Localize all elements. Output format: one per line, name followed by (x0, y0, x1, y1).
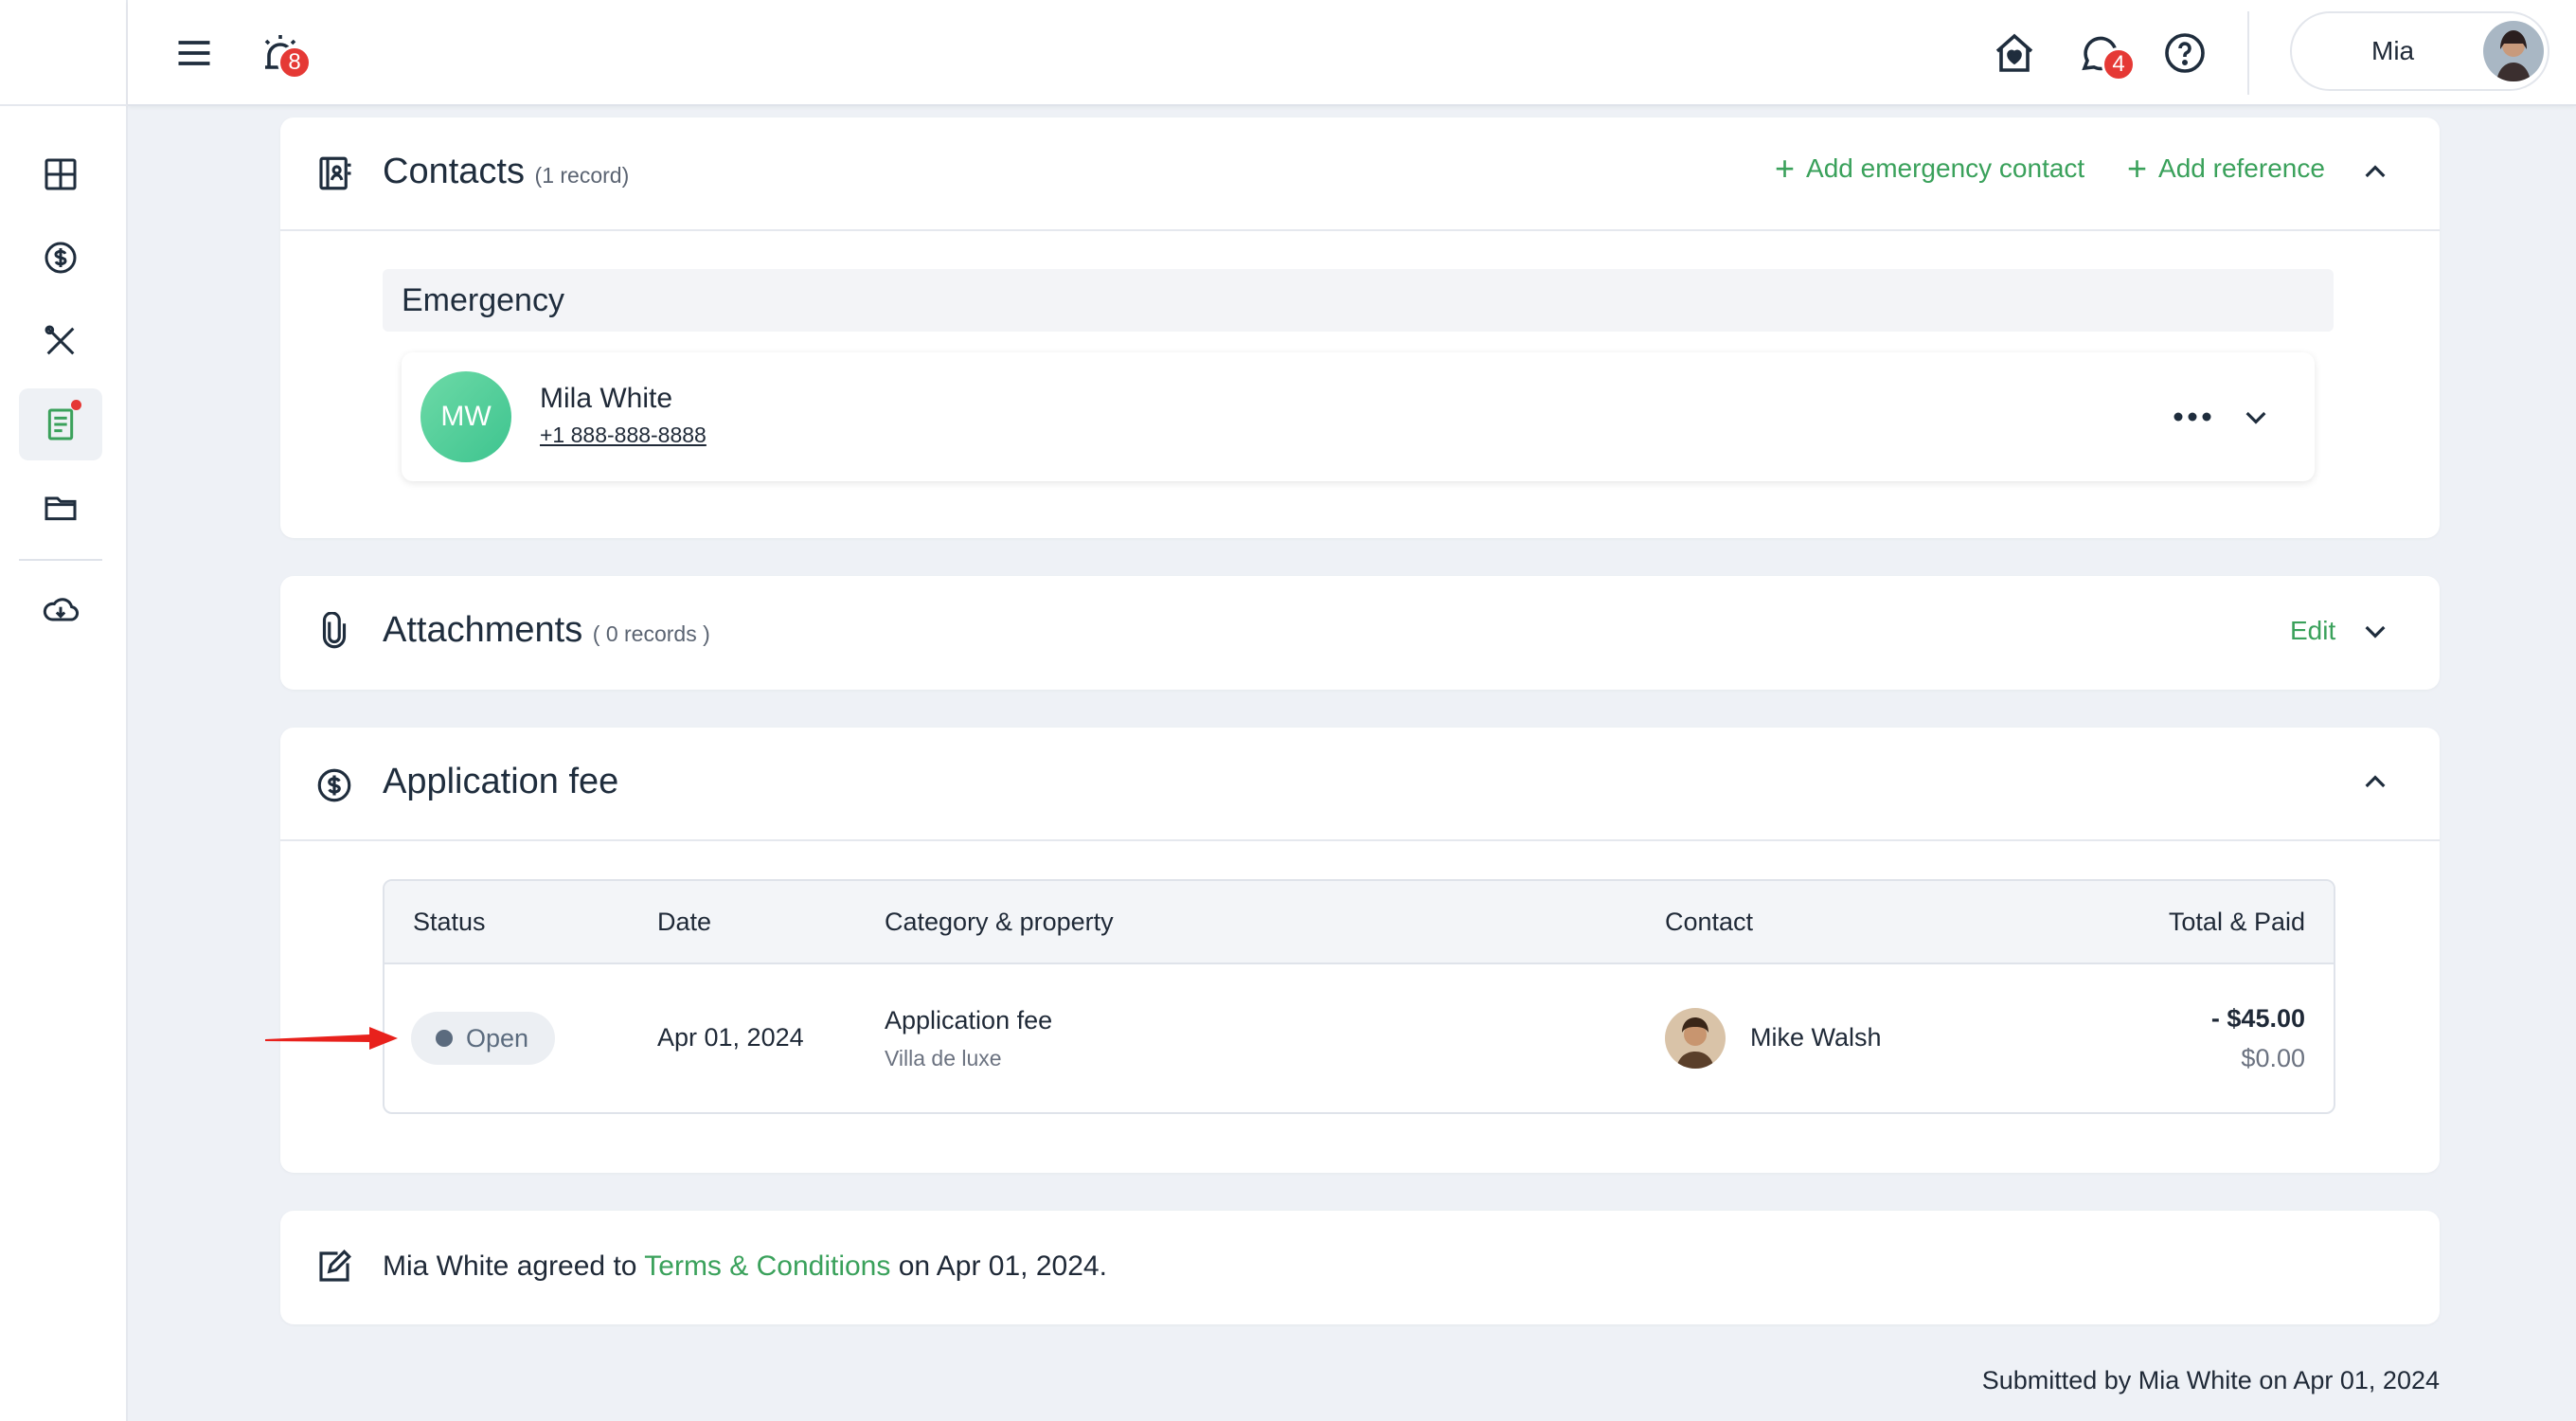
plus-icon: + (1775, 149, 1796, 188)
expand-contact-button[interactable] (2237, 398, 2275, 436)
paperclip-icon (314, 611, 354, 657)
fee-date: Apr 01, 2024 (657, 1023, 804, 1052)
contact-avatar: MW (420, 371, 511, 462)
submitted-by-text: Submitted by Mia White on Apr 01, 2024 (1981, 1366, 2440, 1394)
notification-dot (71, 400, 81, 410)
messages-button[interactable]: 4 (2069, 23, 2136, 83)
application-fee-title: Application fee (383, 762, 619, 801)
fee-category: Application fee (885, 1006, 1053, 1034)
tools-icon (45, 325, 75, 355)
emergency-contact-row[interactable]: MW Mila White +1 888-888-8888 (402, 352, 2315, 481)
sidebar-item-maintenance[interactable] (19, 305, 102, 377)
alerts-badge: 8 (277, 45, 312, 80)
more-horizontal-icon (2174, 412, 2211, 422)
fee-header-divider (280, 839, 2440, 841)
sidebar-logo-area (0, 0, 126, 106)
contacts-header-divider (280, 229, 2440, 231)
contacts-title: Contacts (1 record) (383, 152, 630, 191)
status-dot (436, 1030, 453, 1047)
table-header: Status Date Category & property Contact … (385, 881, 2334, 964)
terms-link[interactable]: Terms & Conditions (644, 1250, 890, 1282)
status-badge: Open (411, 1012, 555, 1065)
contact-more-button[interactable] (2169, 398, 2216, 436)
user-avatar (2483, 21, 2544, 81)
attachments-count: ( 0 records ) (592, 621, 710, 646)
attachments-edit-button[interactable]: Edit (2290, 616, 2335, 646)
add-reference-button[interactable]: + Add reference (2127, 149, 2325, 188)
home-heart-icon (1995, 33, 2033, 72)
dashboard-icon (45, 158, 77, 190)
chevron-up-icon (2365, 775, 2386, 788)
attachments-card: Attachments ( 0 records ) Edit (280, 576, 2440, 690)
attachments-title: Attachments ( 0 records ) (383, 610, 710, 650)
sidebar-item-files[interactable] (19, 472, 102, 544)
fee-total: - $45.00 (2210, 1004, 2305, 1033)
fee-property: Villa de luxe (885, 1046, 1002, 1070)
contacts-book-icon (314, 153, 354, 198)
sidebar-item-download[interactable] (19, 574, 102, 646)
col-total: Total & Paid (2168, 908, 2305, 936)
sidebar-divider (19, 559, 102, 561)
home-button[interactable] (1984, 23, 2045, 83)
sidebar-item-dashboard[interactable] (19, 138, 102, 210)
help-button[interactable] (2155, 23, 2215, 83)
collapse-fee-button[interactable] (2360, 767, 2390, 802)
dollar-circle-icon (314, 765, 354, 810)
col-category: Category & property (885, 908, 1114, 936)
top-bar: 8 4 (128, 0, 2576, 106)
chevron-down-icon (2365, 625, 2386, 639)
fee-table: Status Date Category & property Contact … (383, 879, 2335, 1114)
topbar-divider (2247, 11, 2249, 95)
folder-icon (45, 496, 77, 521)
contacts-count: (1 record) (534, 163, 630, 188)
help-circle-icon (2165, 33, 2205, 73)
col-contact: Contact (1665, 908, 1754, 936)
signature-edit-icon (314, 1247, 354, 1291)
contact-phone-link[interactable]: +1 888-888-8888 (540, 423, 707, 448)
terms-card: Mia White agreed to Terms & Conditions o… (280, 1211, 2440, 1324)
contact-avatar (1665, 1008, 1726, 1069)
cloud-download-icon (43, 598, 79, 621)
messages-badge: 4 (2102, 47, 2136, 81)
hamburger-icon (178, 41, 210, 65)
emergency-group-header: Emergency (383, 269, 2334, 332)
sidebar-item-applications[interactable] (19, 388, 102, 460)
terms-agreement-text: Mia White agreed to Terms & Conditions o… (383, 1250, 1107, 1282)
chevron-up-icon (2365, 165, 2386, 178)
contacts-card: Contacts (1 record) + Add emergency cont… (280, 117, 2440, 538)
user-name: Mia (2371, 36, 2415, 65)
add-emergency-contact-button[interactable]: + Add emergency contact (1775, 149, 2084, 188)
chevron-down-icon (2245, 411, 2266, 424)
plus-icon: + (2127, 149, 2148, 188)
contact-name: Mila White (540, 383, 673, 414)
sidebar (0, 0, 128, 1421)
alerts-button[interactable]: 8 (247, 21, 313, 87)
fee-contact-name: Mike Walsh (1750, 1023, 1882, 1052)
dollar-circle-icon (45, 242, 77, 274)
col-status: Status (413, 908, 486, 936)
annotation-arrow-icon (265, 1027, 398, 1050)
application-fee-card: Application fee Status Date Category & p… (280, 728, 2440, 1173)
sidebar-item-payments[interactable] (19, 222, 102, 294)
expand-attachments-button[interactable] (2360, 616, 2390, 651)
col-date: Date (657, 908, 712, 936)
menu-button[interactable] (166, 25, 223, 81)
collapse-contacts-button[interactable] (2360, 157, 2390, 192)
document-icon (47, 408, 74, 441)
table-row[interactable]: Open Apr 01, 2024 Application fee Villa … (385, 964, 2334, 1112)
user-menu[interactable]: Mia (2290, 11, 2549, 91)
fee-paid: $0.00 (2241, 1044, 2305, 1072)
